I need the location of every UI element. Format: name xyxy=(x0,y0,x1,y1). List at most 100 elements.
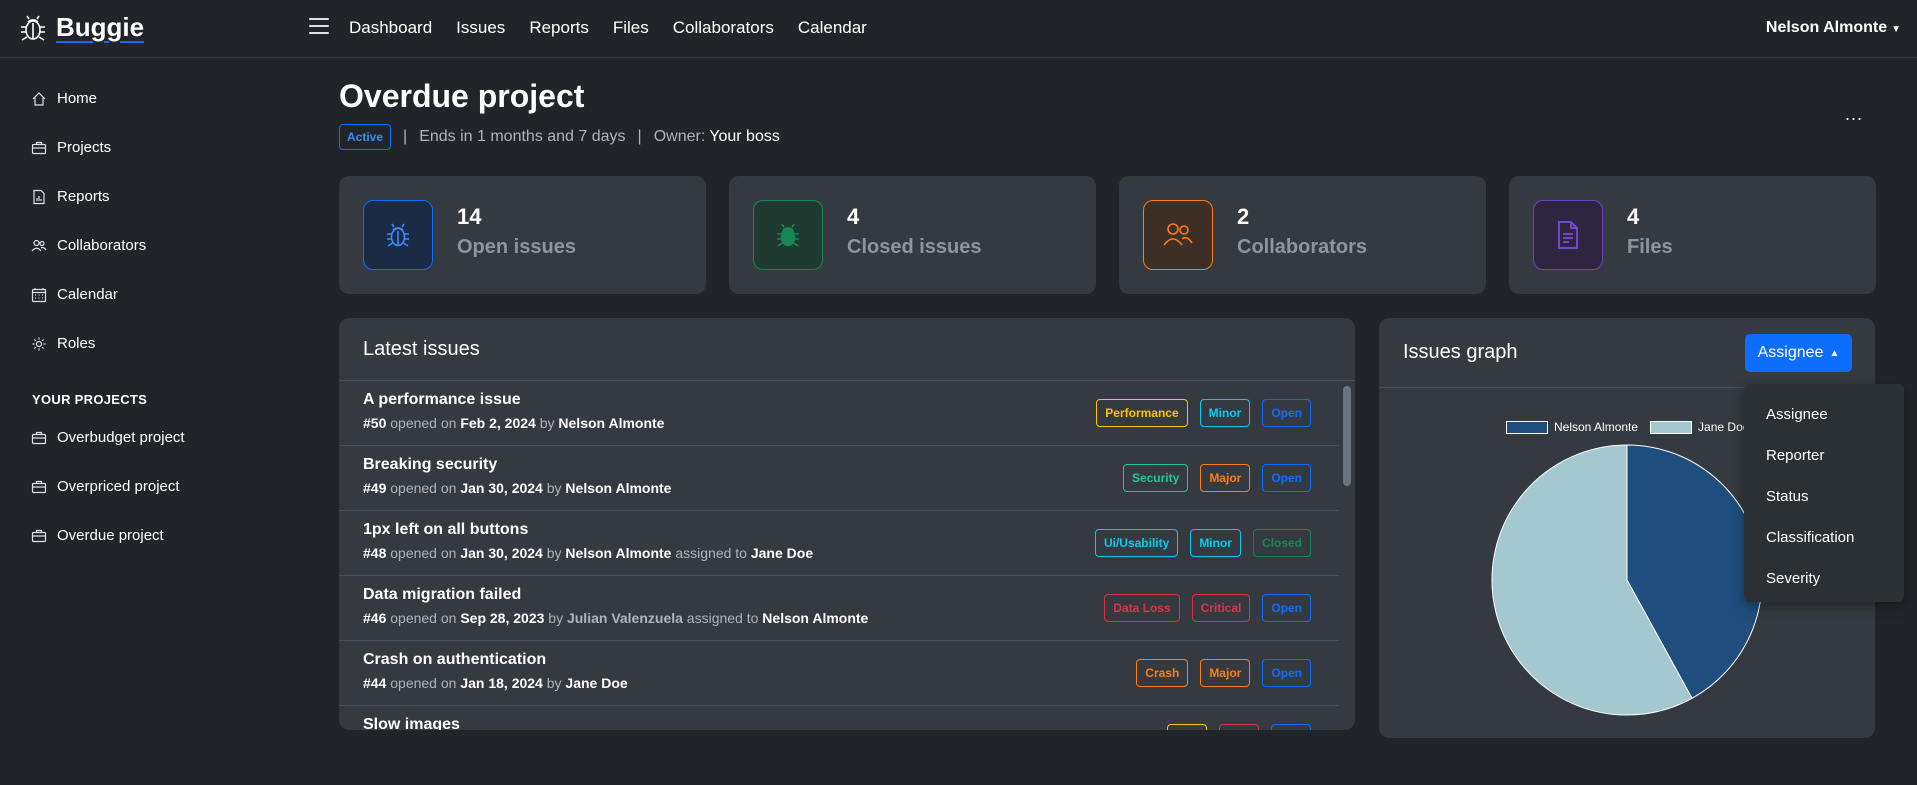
caret-up-icon: ▲ xyxy=(1829,347,1840,359)
stat-label: Closed issues xyxy=(847,236,982,258)
dropdown-item-classification[interactable]: Classification xyxy=(1744,517,1904,558)
graph-group-by-button[interactable]: Assignee ▲ xyxy=(1745,334,1852,372)
issue-author: Nelson Almonte xyxy=(565,545,672,561)
issue-status-badge: Open xyxy=(1262,594,1311,622)
stat-value: 14 xyxy=(457,204,482,229)
legend-item-1[interactable]: Jane Doe xyxy=(1650,420,1749,435)
issue-row[interactable]: 1px left on all buttons #48 opened on Jan… xyxy=(339,511,1339,576)
nav-issues[interactable]: Issues xyxy=(456,18,505,38)
dropdown-item-status[interactable]: Status xyxy=(1744,476,1904,517)
people-icon xyxy=(1143,200,1213,270)
issue-by-text: by xyxy=(548,610,564,626)
sidebar-item-label: Calendar xyxy=(57,286,118,303)
dropdown-item-reporter[interactable]: Reporter xyxy=(1744,435,1904,476)
issue-number: #48 xyxy=(363,545,387,561)
issue-by-text: by xyxy=(546,545,562,561)
stat-value: 4 xyxy=(1627,204,1640,229)
issue-row[interactable]: Data migration failed #46 opened on Sep 2… xyxy=(339,576,1339,641)
issue-date: Jan 30, 2024 xyxy=(460,480,543,496)
nav-reports[interactable]: Reports xyxy=(529,18,589,38)
issue-opened-text: opened on xyxy=(390,675,457,691)
dropdown-item-severity[interactable]: Severity xyxy=(1744,558,1904,599)
stat-card-open-issues[interactable]: 14 Open issues xyxy=(339,176,706,294)
latest-issues-title: Latest issues xyxy=(339,318,1355,381)
caret-down-icon: ▼ xyxy=(1891,24,1901,35)
issue-row[interactable]: A performance issue #50 opened on Feb 2, … xyxy=(339,381,1339,446)
issue-row[interactable]: Slow images xyxy=(339,706,1339,730)
issue-assignee: Nelson Almonte xyxy=(762,610,869,626)
issue-author: Jane Doe xyxy=(565,675,628,691)
issue-opened-text: opened on xyxy=(390,610,457,626)
report-icon xyxy=(33,189,45,204)
sidebar-project-overpriced[interactable]: Overpriced project xyxy=(31,478,180,495)
user-menu[interactable]: Nelson Almonte ▼ xyxy=(1766,19,1901,37)
issue-status-badge xyxy=(1271,724,1311,730)
dropdown-item-assignee[interactable]: Assignee xyxy=(1744,394,1904,435)
project-meta: Active | Ends in 1 months and 7 days | O… xyxy=(339,124,780,150)
status-badge: Active xyxy=(339,124,392,150)
issue-status-badge: Open xyxy=(1262,464,1311,492)
issue-row[interactable]: Crash on authentication #44 opened on Jan… xyxy=(339,641,1339,706)
stat-card-closed-issues[interactable]: 4 Closed issues xyxy=(729,176,1096,294)
brand-name: Buggie xyxy=(56,12,145,42)
stat-card-collaborators[interactable]: 2 Collaborators xyxy=(1119,176,1486,294)
issue-author: Nelson Almonte xyxy=(565,480,672,496)
sidebar-item-label: Collaborators xyxy=(57,237,147,254)
legend-item-0[interactable]: Nelson Almonte xyxy=(1506,420,1638,435)
issue-opened-text: opened on xyxy=(390,480,457,496)
nav-dashboard[interactable]: Dashboard xyxy=(349,18,432,38)
issue-severity-badge: Major xyxy=(1200,464,1251,492)
issue-author: Julian Valenzuela xyxy=(566,610,683,626)
graph-group-by-label: Assignee xyxy=(1757,344,1824,361)
issue-number: #49 xyxy=(363,480,387,496)
more-options-icon[interactable]: ... xyxy=(1845,104,1863,125)
stat-card-files[interactable]: 4 Files xyxy=(1509,176,1876,294)
issue-severity-badge: Major xyxy=(1200,659,1251,687)
issue-classification-badge xyxy=(1167,724,1207,730)
issues-pie-chart xyxy=(1491,444,1763,716)
sidebar-item-roles[interactable]: Roles xyxy=(31,335,95,352)
issues-scrollbar[interactable] xyxy=(1343,386,1351,486)
brand[interactable]: Buggie xyxy=(18,12,144,43)
sidebar-project-overdue[interactable]: Overdue project xyxy=(31,527,164,544)
issue-tags xyxy=(1167,724,1311,730)
sidebar-item-label: Overpriced project xyxy=(57,478,180,495)
issue-status-badge: Closed xyxy=(1252,529,1311,557)
sidebar-item-collaborators[interactable]: Collaborators xyxy=(31,237,146,254)
nav-calendar[interactable]: Calendar xyxy=(798,18,867,38)
sidebar-item-label: Reports xyxy=(57,188,110,205)
user-name: Nelson Almonte xyxy=(1765,19,1888,36)
file-icon xyxy=(1533,200,1603,270)
issue-list: A performance issue #50 opened on Feb 2, … xyxy=(339,381,1339,730)
top-navbar: Buggie Dashboard Issues Reports Files Co… xyxy=(0,0,1917,58)
briefcase-icon xyxy=(31,529,47,542)
issue-severity-badge: Minor xyxy=(1190,529,1241,557)
issue-status-badge: Open xyxy=(1262,659,1311,687)
owner-label: Owner: xyxy=(653,128,706,145)
issue-by-text: by xyxy=(539,415,555,431)
page-title: Overdue project xyxy=(339,78,585,114)
sidebar-item-reports[interactable]: Reports xyxy=(31,188,110,205)
issue-date: Jan 30, 2024 xyxy=(460,545,543,561)
bug-fill-icon xyxy=(753,200,823,270)
nav-files[interactable]: Files xyxy=(613,18,649,38)
sidebar-item-home[interactable]: Home xyxy=(31,90,97,107)
sidebar-item-projects[interactable]: Projects xyxy=(31,139,111,156)
briefcase-icon xyxy=(31,480,47,493)
briefcase-icon xyxy=(31,141,47,154)
sidebar-item-calendar[interactable]: Calendar xyxy=(31,286,118,303)
issue-classification-badge: Security xyxy=(1122,464,1189,492)
nav-collaborators[interactable]: Collaborators xyxy=(673,18,774,38)
your-projects-heading: YOUR PROJECTS xyxy=(32,392,148,407)
issue-assignee: Jane Doe xyxy=(750,545,814,561)
issue-severity-badge: Minor xyxy=(1199,399,1251,427)
issue-date: Sep 28, 2023 xyxy=(460,610,545,626)
top-nav: Dashboard Issues Reports Files Collabora… xyxy=(349,18,867,38)
menu-toggle-icon[interactable] xyxy=(309,17,329,35)
issue-row[interactable]: Breaking security #49 opened on Jan 30, 2… xyxy=(339,446,1339,511)
issue-classification-badge: Performance xyxy=(1096,399,1188,427)
sidebar-project-overbudget[interactable]: Overbudget project xyxy=(31,429,185,446)
issue-assigned-text: assigned to xyxy=(675,545,747,561)
issue-classification-badge: Ui/Usability xyxy=(1094,529,1179,557)
group-by-dropdown: Assignee Reporter Status Classification … xyxy=(1744,384,1904,602)
